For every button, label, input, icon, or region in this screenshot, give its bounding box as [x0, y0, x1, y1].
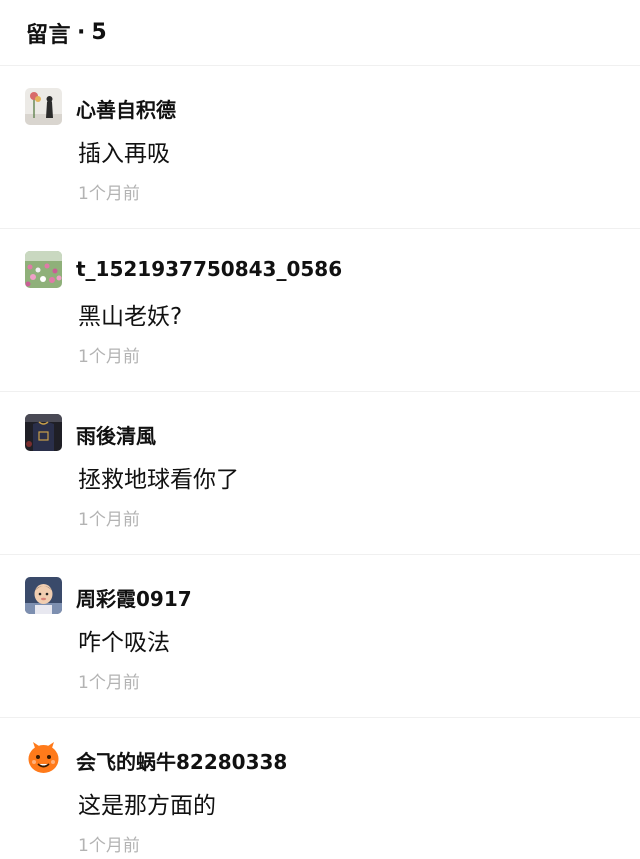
comment-text: 黑山老妖?	[78, 304, 183, 330]
comment-item[interactable]: 会飞的蜗牛82280338 这是那方面的 1个月前	[0, 718, 640, 859]
comment-text: 咋个吸法	[78, 630, 170, 656]
comment-username[interactable]: t_1521937750843_0586	[76, 257, 342, 281]
comments-title: 留言	[26, 22, 72, 48]
comment-item[interactable]: 心善自积德 插入再吸 1个月前	[0, 66, 640, 229]
comment-text: 拯救地球看你了	[78, 467, 239, 493]
comment-item[interactable]: 雨後清風 拯救地球看你了 1个月前	[0, 392, 640, 555]
flower-field-avatar[interactable]	[25, 251, 62, 288]
comment-time: 1个月前	[78, 184, 140, 204]
flower-vase-avatar[interactable]	[25, 88, 62, 125]
comment-username[interactable]: 雨後清風	[76, 420, 156, 449]
comment-item[interactable]: 周彩霞0917 咋个吸法 1个月前	[0, 555, 640, 718]
comment-text: 这是那方面的	[78, 793, 216, 819]
comment-time: 1个月前	[78, 673, 140, 693]
orange-cartoon-avatar[interactable]	[25, 740, 62, 777]
title-separator: ·	[77, 20, 86, 45]
comment-time: 1个月前	[78, 347, 140, 367]
comment-username[interactable]: 会飞的蜗牛82280338	[76, 746, 287, 775]
comment-username[interactable]: 心善自积德	[76, 94, 176, 123]
basketball-jersey-avatar[interactable]	[25, 414, 62, 451]
comments-page: 留言 · 5 心善自积德 插入再吸 1个月前 t_1521937750843_0…	[0, 0, 640, 859]
comment-username[interactable]: 周彩霞0917	[76, 583, 192, 612]
comment-item[interactable]: t_1521937750843_0586 黑山老妖? 1个月前	[0, 229, 640, 392]
comments-count: 5	[91, 20, 107, 45]
baby-photo-avatar[interactable]	[25, 577, 62, 614]
comment-time: 1个月前	[78, 510, 140, 530]
comment-text: 插入再吸	[78, 141, 170, 167]
comments-header: 留言 · 5	[0, 0, 640, 66]
comment-time: 1个月前	[78, 836, 140, 856]
